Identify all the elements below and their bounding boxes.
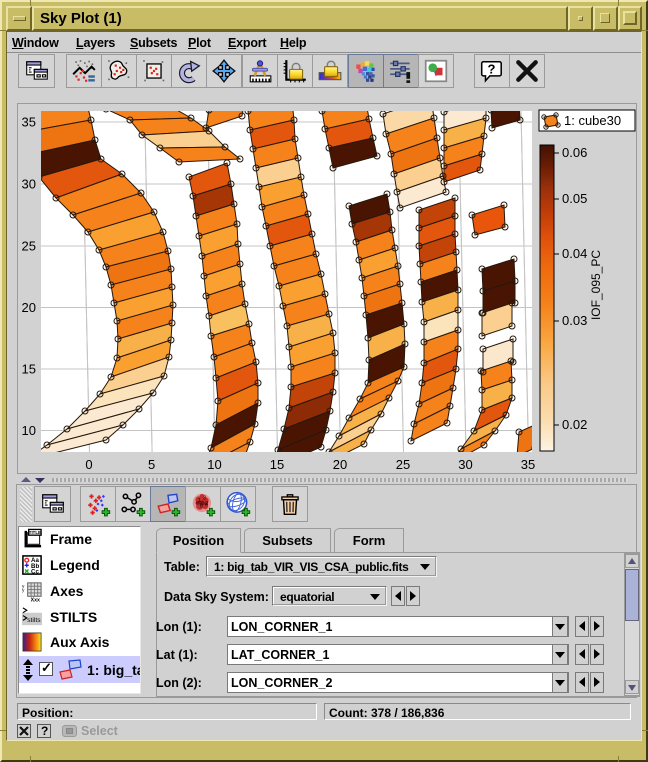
svg-text:0: 0: [200, 503, 203, 509]
svg-text:10: 10: [207, 457, 221, 472]
svg-text:Xxx: Xxx: [31, 598, 40, 602]
svg-text:35: 35: [22, 115, 36, 130]
svg-text:0.02: 0.02: [562, 417, 587, 432]
svg-text:Cc: Cc: [31, 569, 39, 576]
svg-text:20: 20: [22, 300, 36, 315]
svg-text:y: y: [22, 588, 25, 593]
svg-text:IOF_095_PC: IOF_095_PC: [589, 250, 603, 320]
svg-text:15: 15: [270, 457, 284, 472]
svg-text:30: 30: [22, 177, 36, 192]
svg-text:TITLE: TITLE: [29, 530, 41, 535]
svg-text:35: 35: [521, 457, 535, 472]
svg-text:25: 25: [396, 457, 410, 472]
svg-text:?: ?: [487, 62, 495, 77]
svg-text:2: 2: [205, 501, 208, 507]
svg-text:0.05: 0.05: [562, 191, 587, 206]
svg-text:25: 25: [22, 239, 36, 254]
svg-text:1: cube30: 1: cube30: [564, 113, 621, 128]
svg-text:0.06: 0.06: [562, 145, 587, 160]
svg-text:20: 20: [333, 457, 347, 472]
svg-text:30: 30: [458, 457, 472, 472]
svg-text:15: 15: [22, 362, 36, 377]
svg-text:0.04: 0.04: [562, 246, 587, 261]
svg-text:0: 0: [85, 457, 92, 472]
svg-text:stilts: stilts: [27, 617, 41, 624]
svg-text:10: 10: [22, 423, 36, 438]
svg-text:0.03: 0.03: [562, 313, 587, 328]
svg-text:5: 5: [148, 457, 155, 472]
